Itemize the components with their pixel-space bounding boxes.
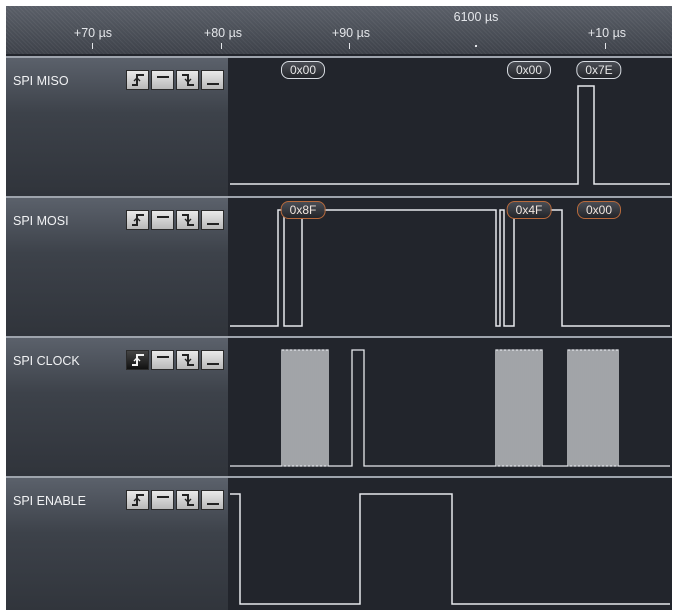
- rising-edge-trigger-button[interactable]: [126, 210, 149, 230]
- low-level-trigger-button[interactable]: [201, 70, 224, 90]
- trigger-buttons: [126, 490, 226, 510]
- channel-name: SPI MOSI: [13, 214, 69, 228]
- falling-edge-trigger-button[interactable]: [176, 350, 199, 370]
- channel-label-panel[interactable]: SPI MOSI: [6, 198, 228, 336]
- logic-analyzer-window: 6100 µs +70 µs +80 µs +90 µs +10 µs SPI …: [6, 6, 672, 610]
- falling-edge-trigger-button[interactable]: [176, 70, 199, 90]
- high-level-icon: [156, 356, 169, 358]
- decoded-value-badge[interactable]: 0x00: [576, 201, 622, 219]
- rising-edge-trigger-button[interactable]: [126, 490, 149, 510]
- decoded-value-badge[interactable]: 0x00: [506, 61, 552, 79]
- time-cursor-label: 6100 µs: [453, 10, 499, 24]
- waveform-clock: [230, 349, 670, 467]
- rising-edge-icon: [131, 494, 144, 506]
- decoded-value-badge[interactable]: 0x4F: [506, 201, 552, 219]
- low-level-trigger-button[interactable]: [201, 490, 224, 510]
- decoded-value-badge[interactable]: 0x7E: [576, 61, 622, 79]
- rising-edge-icon: [131, 354, 144, 366]
- falling-edge-icon: [181, 494, 194, 506]
- trigger-buttons: [126, 70, 226, 90]
- high-level-trigger-button[interactable]: [151, 70, 174, 90]
- waveform-enable: [230, 493, 670, 605]
- channel-miso: SPI MISO 0x00 0x00 0x7E: [6, 56, 672, 196]
- low-level-icon: [206, 363, 219, 365]
- tick-mark: [605, 43, 606, 49]
- channel-name: SPI MISO: [13, 74, 69, 88]
- decoded-value-badge[interactable]: 0x8F: [280, 201, 326, 219]
- high-level-trigger-button[interactable]: [151, 490, 174, 510]
- channel-label-panel[interactable]: SPI ENABLE: [6, 478, 228, 610]
- channel-label-panel[interactable]: SPI MISO: [6, 58, 228, 196]
- waveform-area[interactable]: [228, 338, 672, 476]
- decoded-value-badge[interactable]: 0x00: [280, 61, 326, 79]
- rising-edge-icon: [131, 214, 144, 226]
- trigger-buttons: [126, 210, 226, 230]
- tick-label: +80 µs: [203, 26, 243, 40]
- falling-edge-icon: [181, 214, 194, 226]
- tick-label: +10 µs: [587, 26, 627, 40]
- channel-mosi: SPI MOSI 0x8F 0x4F 0x00: [6, 196, 672, 336]
- tick-mark: [92, 43, 93, 49]
- channel-enable: SPI ENABLE: [6, 476, 672, 610]
- trigger-buttons: [126, 350, 226, 370]
- rising-edge-icon: [131, 74, 144, 86]
- tick-mark: [221, 43, 222, 49]
- falling-edge-icon: [181, 354, 194, 366]
- tick-label: +90 µs: [331, 26, 371, 40]
- time-cursor-marker[interactable]: [475, 45, 477, 47]
- rising-edge-trigger-button[interactable]: [126, 70, 149, 90]
- falling-edge-icon: [181, 74, 194, 86]
- channel-clock: SPI CLOCK: [6, 336, 672, 476]
- high-level-icon: [156, 216, 169, 218]
- high-level-trigger-button[interactable]: [151, 350, 174, 370]
- channel-name: SPI ENABLE: [13, 494, 86, 508]
- rising-edge-trigger-button[interactable]: [126, 350, 149, 370]
- low-level-icon: [206, 503, 219, 505]
- high-level-trigger-button[interactable]: [151, 210, 174, 230]
- low-level-icon: [206, 223, 219, 225]
- falling-edge-trigger-button[interactable]: [176, 210, 199, 230]
- high-level-icon: [156, 76, 169, 78]
- channel-name: SPI CLOCK: [13, 354, 80, 368]
- low-level-trigger-button[interactable]: [201, 210, 224, 230]
- low-level-icon: [206, 83, 219, 85]
- low-level-trigger-button[interactable]: [201, 350, 224, 370]
- timeline-ruler[interactable]: 6100 µs +70 µs +80 µs +90 µs +10 µs: [6, 6, 672, 54]
- waveform-area[interactable]: [228, 478, 672, 610]
- tick-mark: [349, 43, 350, 49]
- high-level-icon: [156, 496, 169, 498]
- tick-label: +70 µs: [73, 26, 113, 40]
- channel-label-panel[interactable]: SPI CLOCK: [6, 338, 228, 476]
- falling-edge-trigger-button[interactable]: [176, 490, 199, 510]
